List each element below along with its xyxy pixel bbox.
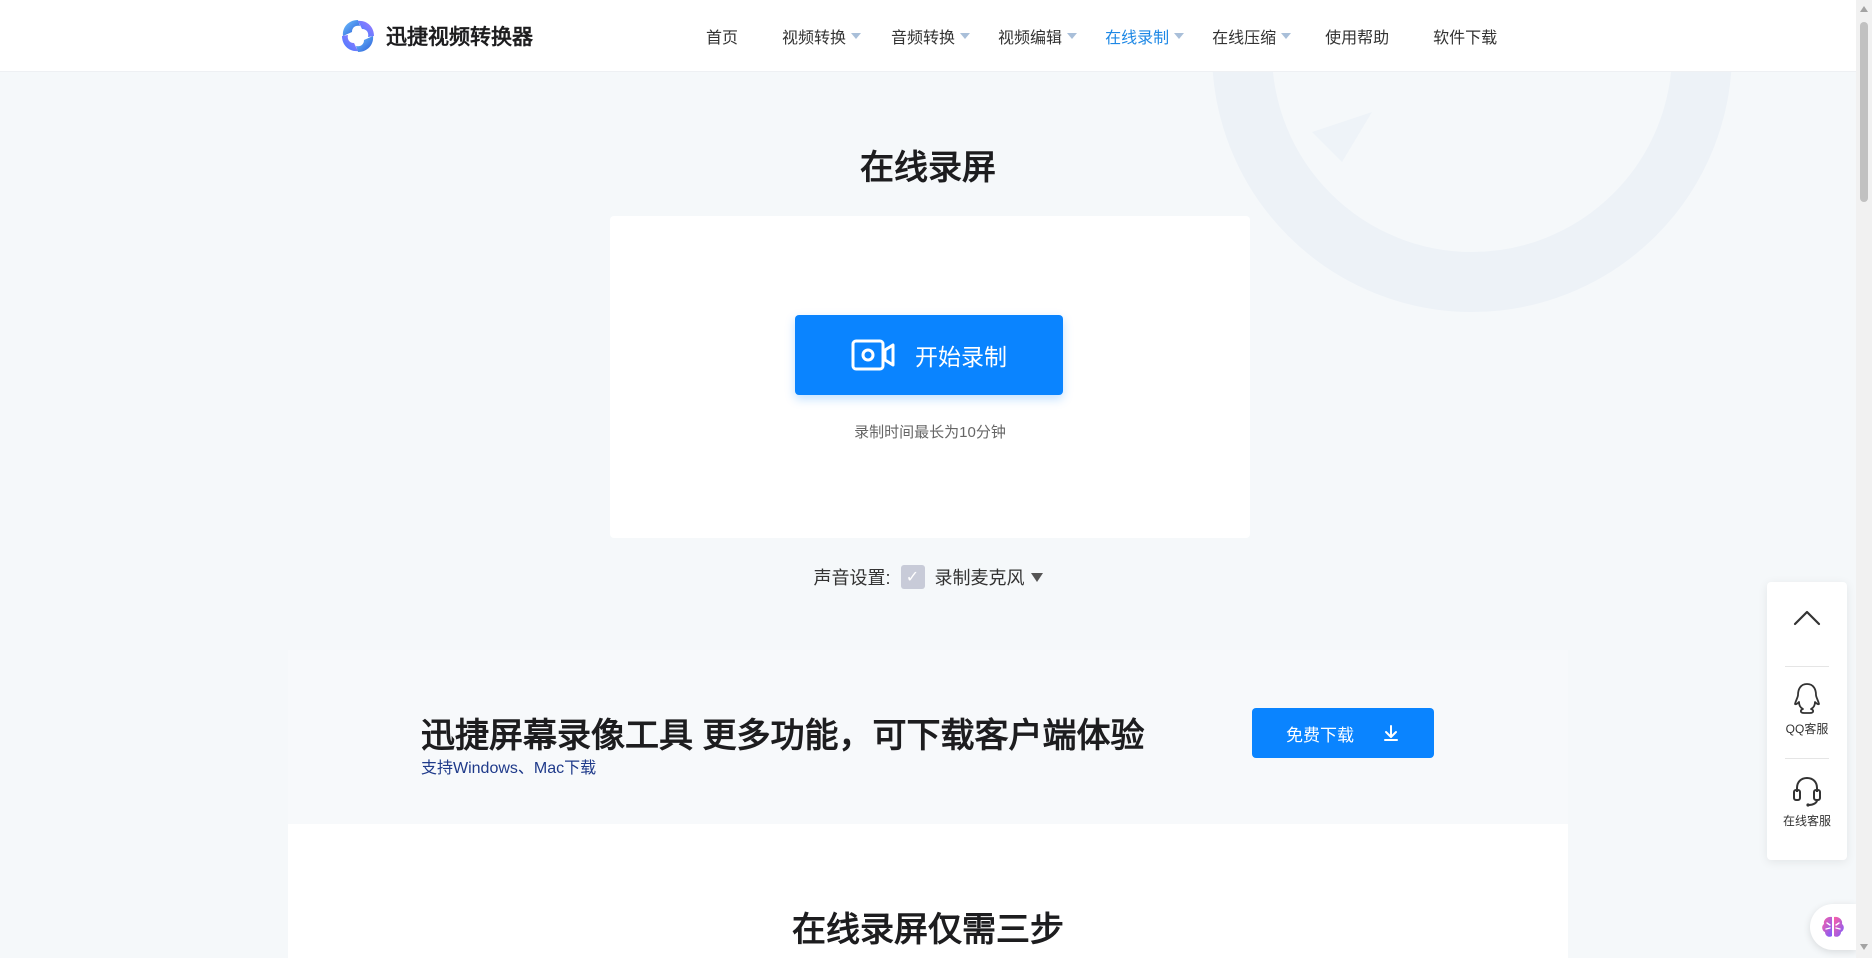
caret-down-icon bbox=[1030, 572, 1043, 582]
chevron-down-icon bbox=[851, 33, 862, 39]
nav-item-help[interactable]: 使用帮助 bbox=[1325, 24, 1389, 48]
background-decoration bbox=[1172, 72, 1872, 372]
online-service-label: 在线客服 bbox=[1782, 814, 1831, 828]
sound-option-select[interactable]: 录制麦克风 bbox=[935, 564, 1043, 590]
scroll-thumb[interactable] bbox=[1860, 22, 1868, 202]
nav-label: 视频转换 bbox=[782, 30, 847, 47]
chevron-down-icon bbox=[1174, 33, 1185, 39]
site-header: 迅捷视频转换器 首页 视频转换 音频转换 视频编辑 在线录制 在线压缩 使用帮助 bbox=[0, 0, 1856, 72]
chevron-down-icon bbox=[960, 33, 971, 39]
nav-label: 首页 bbox=[706, 30, 739, 47]
nav-label: 在线压缩 bbox=[1212, 30, 1277, 47]
nav-item-home[interactable]: 首页 bbox=[706, 24, 738, 48]
logo-icon bbox=[342, 20, 374, 52]
brain-icon bbox=[1822, 916, 1844, 937]
nav-item-software-download[interactable]: 软件下载 bbox=[1433, 24, 1497, 48]
record-card: 开始录制 录制时间最长为10分钟 bbox=[610, 216, 1250, 538]
nav-item-online-record[interactable]: 在线录制 bbox=[1105, 24, 1185, 48]
chevron-up-icon bbox=[1793, 610, 1821, 626]
side-panel: QQ客服 在线客服 bbox=[1767, 582, 1847, 860]
brand-name: 迅捷视频转换器 bbox=[386, 26, 533, 49]
nav-label: 软件下载 bbox=[1433, 30, 1498, 47]
promo-subtitle: 支持Windows、Mac下载 bbox=[421, 760, 597, 777]
nav-item-video-convert[interactable]: 视频转换 bbox=[782, 24, 862, 48]
scroll-down-arrow-icon[interactable] bbox=[1860, 944, 1868, 950]
sound-option-label: 录制麦克风 bbox=[934, 568, 1025, 588]
ai-assistant-button[interactable] bbox=[1810, 904, 1856, 950]
record-time-hint: 录制时间最长为10分钟 bbox=[854, 424, 1006, 441]
main-nav: 首页 视频转换 音频转换 视频编辑 在线录制 在线压缩 使用帮助 软件下载 bbox=[690, 0, 1497, 72]
back-to-top-button[interactable] bbox=[1767, 608, 1847, 638]
nav-item-video-edit[interactable]: 视频编辑 bbox=[998, 24, 1078, 48]
headset-icon bbox=[1793, 776, 1821, 807]
nav-label: 音频转换 bbox=[891, 30, 956, 47]
camera-icon bbox=[851, 339, 895, 371]
sound-settings: 声音设置: ✓ 录制麦克风 bbox=[0, 564, 1856, 590]
qq-icon bbox=[1794, 683, 1820, 714]
promo-title: 迅捷屏幕录像工具 更多功能，可下载客户端体验 bbox=[421, 717, 1145, 755]
nav-item-audio-convert[interactable]: 音频转换 bbox=[891, 24, 971, 48]
steps-title: 在线录屏仅需三步 bbox=[792, 911, 1064, 949]
scroll-up-arrow-icon[interactable] bbox=[1860, 6, 1868, 12]
page-title: 在线录屏 bbox=[860, 149, 996, 187]
free-download-label: 免费下载 bbox=[1286, 725, 1354, 745]
qq-service-label: QQ客服 bbox=[1785, 722, 1829, 736]
nav-label: 使用帮助 bbox=[1325, 30, 1390, 47]
chevron-down-icon bbox=[1067, 33, 1078, 39]
qq-service-button[interactable]: QQ客服 bbox=[1767, 682, 1847, 737]
divider bbox=[1785, 666, 1829, 667]
sound-settings-label: 声音设置: bbox=[813, 568, 891, 588]
chevron-down-icon bbox=[1281, 33, 1292, 39]
nav-label: 在线录制 bbox=[1105, 30, 1170, 47]
nav-label: 视频编辑 bbox=[998, 30, 1063, 47]
divider bbox=[1785, 758, 1829, 759]
brand-logo[interactable]: 迅捷视频转换器 bbox=[338, 16, 533, 56]
steps-section: 在线录屏仅需三步 bbox=[288, 824, 1568, 958]
promo-banner: 迅捷屏幕录像工具 更多功能，可下载客户端体验 支持Windows、Mac下载 免… bbox=[288, 650, 1568, 824]
record-mic-checkbox[interactable]: ✓ bbox=[900, 565, 925, 589]
download-icon bbox=[1384, 725, 1398, 741]
online-service-button[interactable]: 在线客服 bbox=[1767, 774, 1847, 829]
free-download-button[interactable]: 免费下载 bbox=[1252, 708, 1434, 758]
nav-item-online-compress[interactable]: 在线压缩 bbox=[1212, 24, 1292, 48]
page-scrollbar[interactable] bbox=[1856, 0, 1872, 958]
start-recording-label: 开始录制 bbox=[915, 344, 1007, 370]
start-recording-button[interactable]: 开始录制 bbox=[795, 315, 1063, 395]
